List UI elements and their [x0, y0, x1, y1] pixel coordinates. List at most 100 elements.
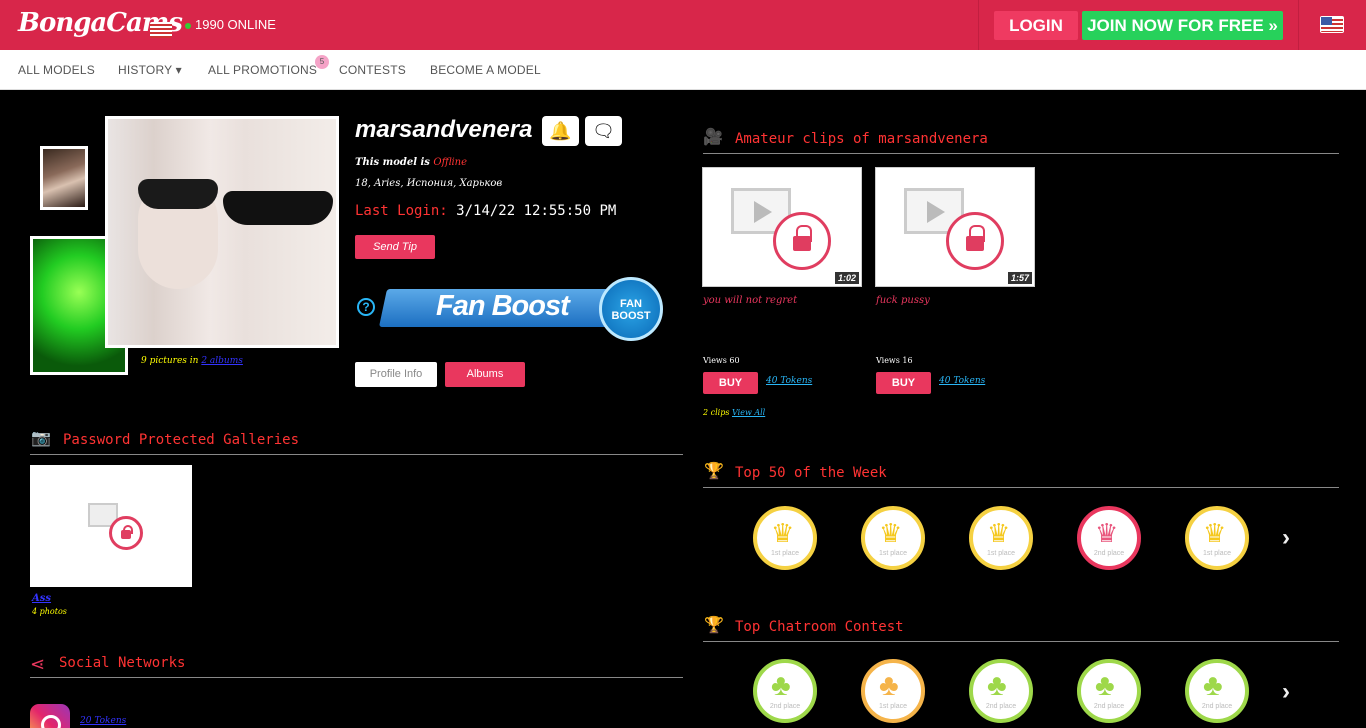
online-dot-icon [185, 22, 191, 29]
pictures-count: 9 pictures in 2 albums [141, 356, 243, 366]
gallery-card[interactable] [30, 465, 192, 587]
nav-bar: ALL MODELS HISTORY ▾ ALL PROMOTIONS CONT… [0, 50, 1366, 90]
albums-button[interactable]: Albums [445, 362, 525, 387]
join-button[interactable]: JOIN NOW FOR FREE » [1082, 11, 1283, 40]
clip-views: Views 16 [876, 356, 913, 365]
instagram-tokens[interactable]: 20 Tokens [80, 716, 126, 726]
fan-boost-badge[interactable]: FAN BOOST [599, 277, 663, 341]
clip-duration: 1:57 [1007, 272, 1032, 284]
lock-icon [109, 516, 143, 550]
help-icon[interactable]: ? [357, 298, 375, 316]
award-badge[interactable]: ♣ 2nd place [1185, 659, 1249, 723]
galleries-title: Password Protected Galleries [63, 432, 300, 448]
clip-card[interactable]: 1:57 [875, 167, 1035, 287]
online-count: 1990 ONLINE [185, 17, 276, 32]
clip-card[interactable]: 1:02 [702, 167, 862, 287]
figure-icon: ♣ [1095, 669, 1115, 702]
nav-history[interactable]: HISTORY ▾ [118, 63, 182, 77]
clips-title: Amateur clips of marsandvenera [735, 131, 988, 147]
crown-icon: ♛ [879, 518, 903, 548]
award-badge[interactable]: ♣ 2nd place [969, 659, 1033, 723]
lock-icon [773, 212, 831, 270]
model-name: marsandvenera [355, 116, 533, 143]
clip-title[interactable]: fuck pussy [876, 295, 930, 306]
chevron-right-icon[interactable]: › [1282, 678, 1290, 706]
status-prefix: This model is [355, 157, 430, 168]
section-divider [703, 487, 1339, 488]
nav-contests[interactable]: CONTESTS [339, 63, 406, 77]
badge-place: 1st place [878, 703, 908, 710]
divider [1298, 0, 1299, 50]
section-divider [30, 677, 683, 678]
clip-price[interactable]: 40 Tokens [939, 376, 985, 386]
clip-views: Views 60 [703, 356, 740, 365]
status-value: Offline [433, 157, 468, 168]
section-divider [703, 153, 1339, 154]
award-badge[interactable]: ♣ 2nd place [1077, 659, 1141, 723]
top50-title: Top 50 of the Week [735, 465, 887, 481]
nav-all-promotions[interactable]: ALL PROMOTIONS [208, 63, 317, 77]
award-badge[interactable]: ♣ 2nd place [753, 659, 817, 723]
award-badge[interactable]: ♛ 2nd place [1077, 506, 1141, 570]
main-profile-photo[interactable] [105, 116, 339, 348]
badge-place: 2nd place [1201, 703, 1233, 710]
albums-link[interactable]: 2 albums [201, 356, 243, 366]
section-divider [703, 641, 1339, 642]
instagram-icon[interactable] [30, 704, 70, 728]
buy-button[interactable]: BUY [876, 372, 931, 394]
figure-icon: ♣ [987, 669, 1007, 702]
badge-place: 2nd place [1093, 703, 1125, 710]
bell-icon[interactable]: 🔔 [542, 116, 579, 146]
badge-place: 1st place [1202, 550, 1232, 557]
clips-count: 2 clips View All [703, 408, 765, 417]
award-badge[interactable]: ♛ 1st place [861, 506, 925, 570]
profile-info-button[interactable]: Profile Info [355, 362, 437, 387]
model-details: 18, Aries, Испония, Харьков [355, 178, 503, 189]
chatroom-title: Top Chatroom Contest [735, 619, 904, 635]
logo-flag-icon [150, 22, 172, 38]
section-divider [30, 454, 683, 455]
photo-detail [223, 191, 333, 225]
crown-icon: ♛ [771, 518, 795, 548]
chat-icon[interactable]: 🗨 [585, 116, 622, 146]
send-tip-button[interactable]: Send Tip [355, 235, 435, 259]
clips-count-text: 2 clips [703, 408, 730, 417]
fan-boost-label: Fan Boost [436, 290, 570, 322]
social-title: Social Networks [59, 655, 186, 671]
buy-button[interactable]: BUY [703, 372, 758, 394]
trophy-icon: 🏆 [704, 463, 724, 480]
badge-place: 2nd place [769, 703, 801, 710]
award-badge[interactable]: ♣ 1st place [861, 659, 925, 723]
gallery-photo-count: 4 photos [32, 607, 67, 616]
nav-all-models[interactable]: ALL MODELS [18, 63, 95, 77]
photo-thumbnail[interactable] [40, 146, 88, 210]
pictures-count-text: 9 pictures in [141, 356, 199, 366]
last-login-label: Last Login: [355, 203, 448, 219]
clip-price[interactable]: 40 Tokens [766, 376, 812, 386]
online-count-text: 1990 ONLINE [195, 17, 276, 32]
award-badge[interactable]: ♛ 1st place [1185, 506, 1249, 570]
top-bar: BongaCams 1990 ONLINE LOGIN JOIN NOW FOR… [0, 0, 1366, 50]
badge-place: 1st place [878, 550, 908, 557]
share-icon: ⋖ [30, 654, 46, 674]
badge-place: 1st place [986, 550, 1016, 557]
nav-become-a-model[interactable]: BECOME A MODEL [430, 63, 541, 77]
login-button[interactable]: LOGIN [994, 11, 1078, 40]
figure-icon: ♣ [1203, 669, 1223, 702]
last-login-value: 3/14/22 12:55:50 PM [456, 203, 617, 219]
divider [978, 0, 979, 50]
award-badge[interactable]: ♛ 1st place [753, 506, 817, 570]
chevron-right-icon[interactable]: › [1282, 524, 1290, 552]
language-flag-icon[interactable] [1320, 16, 1344, 33]
clip-title[interactable]: you will not regret [703, 295, 797, 306]
figure-icon: ♣ [879, 669, 899, 702]
photo-detail [138, 179, 218, 209]
badge-place: 2nd place [985, 703, 1017, 710]
view-all-link[interactable]: View All [732, 408, 765, 417]
promotions-badge: 5 [315, 55, 329, 69]
crown-icon: ♛ [1203, 518, 1227, 548]
award-badge[interactable]: ♛ 1st place [969, 506, 1033, 570]
badge-place: 2nd place [1093, 550, 1125, 557]
camera-icon: 📷 [31, 430, 51, 447]
gallery-name[interactable]: Ass [32, 593, 51, 604]
